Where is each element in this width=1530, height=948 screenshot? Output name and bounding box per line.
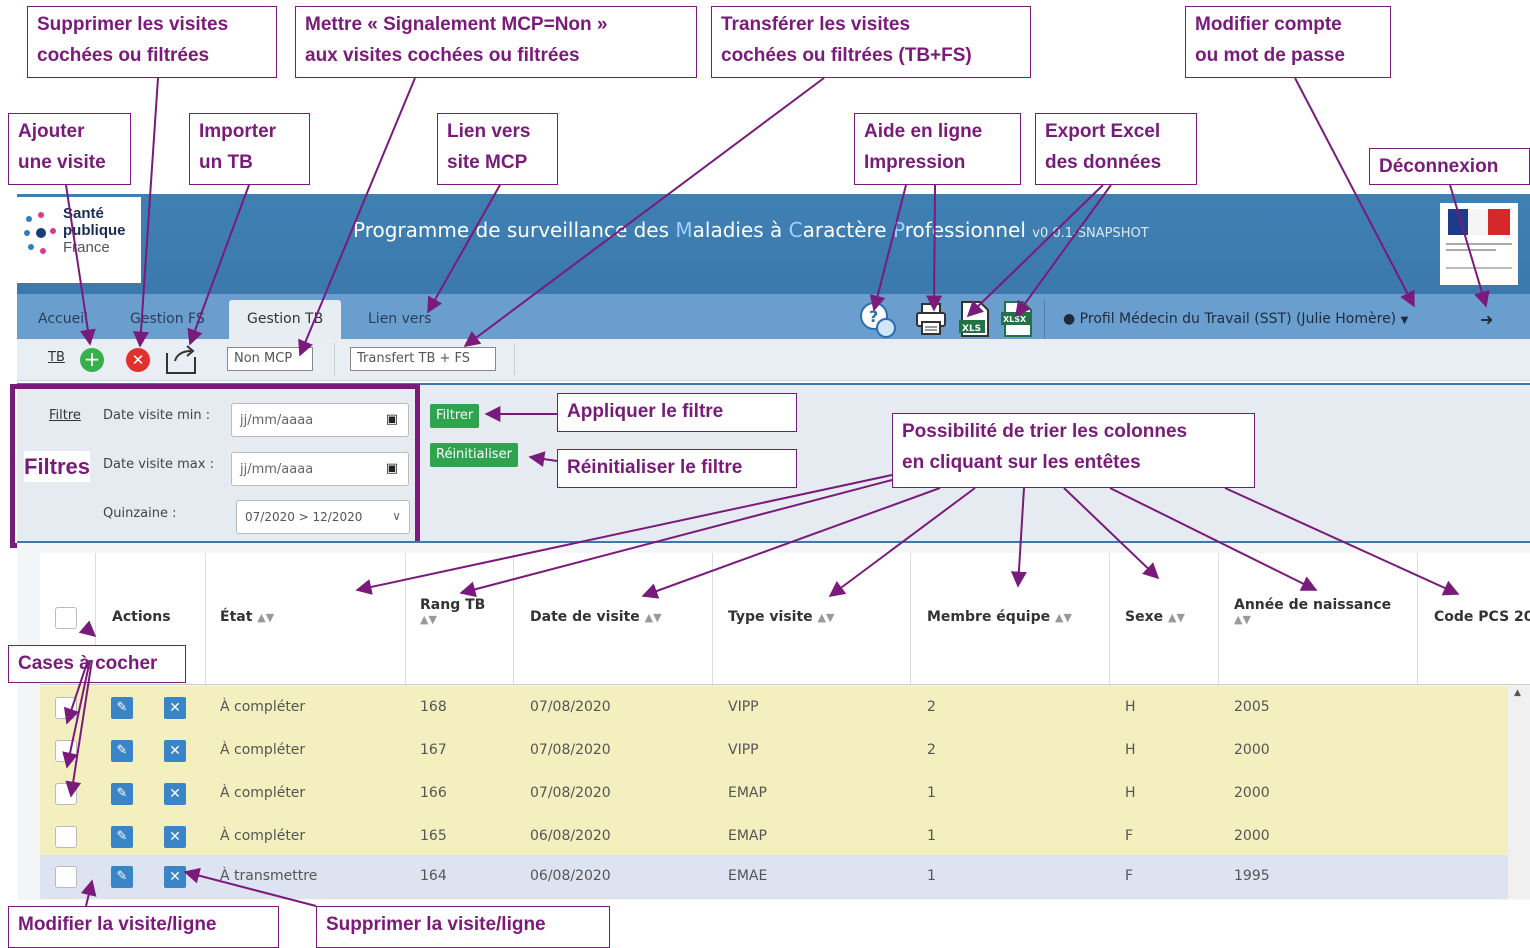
annotation-arrows (62, 77, 1490, 907)
